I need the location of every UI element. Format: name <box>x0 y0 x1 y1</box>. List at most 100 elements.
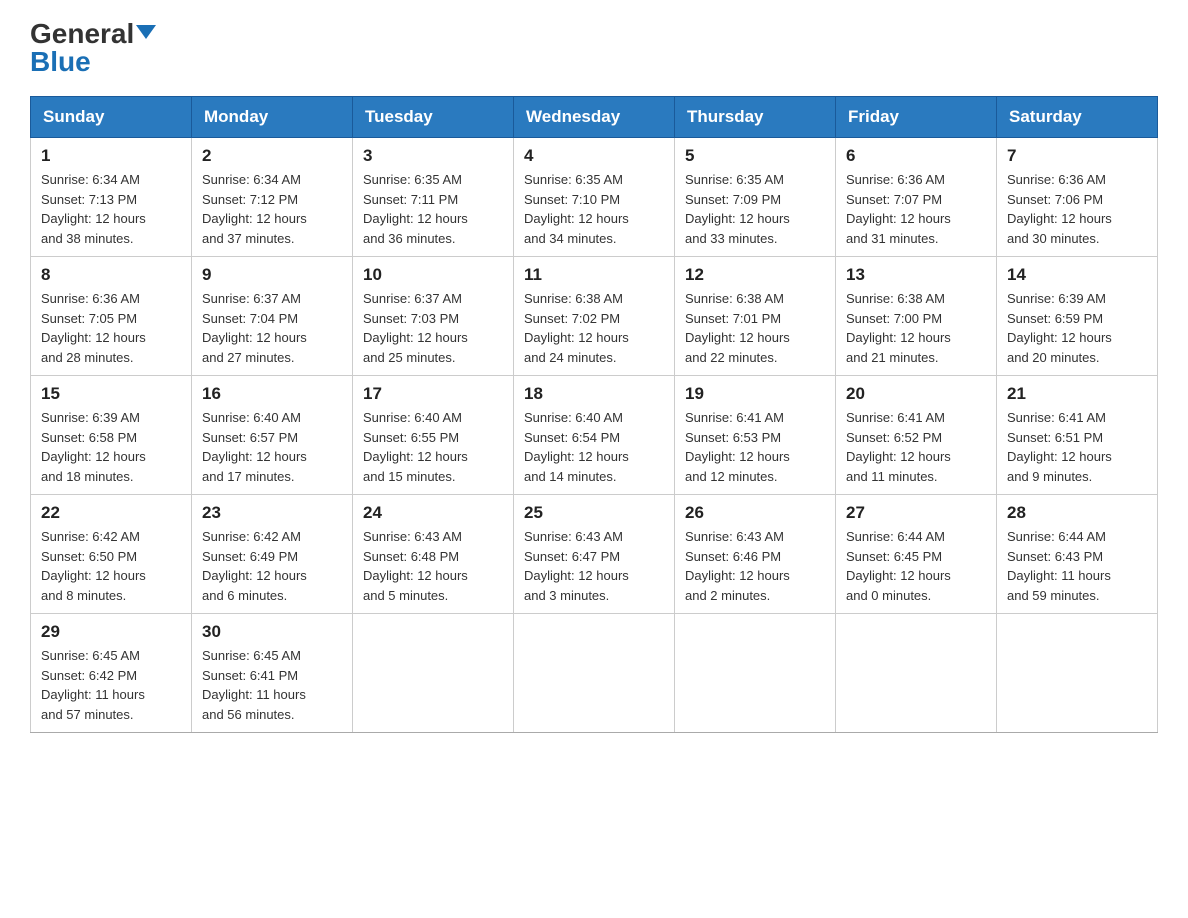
day-info: Sunrise: 6:41 AMSunset: 6:52 PMDaylight:… <box>846 408 986 486</box>
calendar-cell: 20 Sunrise: 6:41 AMSunset: 6:52 PMDayligh… <box>836 376 997 495</box>
calendar-cell: 21 Sunrise: 6:41 AMSunset: 6:51 PMDayligh… <box>997 376 1158 495</box>
day-number: 23 <box>202 503 342 523</box>
day-number: 1 <box>41 146 181 166</box>
day-info: Sunrise: 6:36 AMSunset: 7:07 PMDaylight:… <box>846 170 986 248</box>
calendar-cell: 28 Sunrise: 6:44 AMSunset: 6:43 PMDayligh… <box>997 495 1158 614</box>
day-number: 9 <box>202 265 342 285</box>
day-info: Sunrise: 6:37 AMSunset: 7:04 PMDaylight:… <box>202 289 342 367</box>
day-header-sunday: Sunday <box>31 97 192 138</box>
day-info: Sunrise: 6:44 AMSunset: 6:45 PMDaylight:… <box>846 527 986 605</box>
day-number: 19 <box>685 384 825 404</box>
calendar-cell: 2Sunrise: 6:34 AMSunset: 7:12 PMDaylight… <box>192 138 353 257</box>
calendar-cell: 8Sunrise: 6:36 AMSunset: 7:05 PMDaylight… <box>31 257 192 376</box>
calendar-cell: 7 Sunrise: 6:36 AMSunset: 7:06 PMDaylight… <box>997 138 1158 257</box>
day-number: 7 <box>1007 146 1147 166</box>
day-number: 11 <box>524 265 664 285</box>
day-info: Sunrise: 6:35 AMSunset: 7:11 PMDaylight:… <box>363 170 503 248</box>
calendar-cell: 14 Sunrise: 6:39 AMSunset: 6:59 PMDayligh… <box>997 257 1158 376</box>
calendar-cell: 10Sunrise: 6:37 AMSunset: 7:03 PMDayligh… <box>353 257 514 376</box>
calendar-cell <box>836 614 997 733</box>
day-info: Sunrise: 6:41 AMSunset: 6:51 PMDaylight:… <box>1007 408 1147 486</box>
day-number: 30 <box>202 622 342 642</box>
calendar-week-row: 22Sunrise: 6:42 AMSunset: 6:50 PMDayligh… <box>31 495 1158 614</box>
day-number: 2 <box>202 146 342 166</box>
day-info: Sunrise: 6:39 AMSunset: 6:59 PMDaylight:… <box>1007 289 1147 367</box>
day-number: 3 <box>363 146 503 166</box>
calendar-cell: 25 Sunrise: 6:43 AMSunset: 6:47 PMDayligh… <box>514 495 675 614</box>
day-number: 24 <box>363 503 503 523</box>
day-info: Sunrise: 6:35 AMSunset: 7:09 PMDaylight:… <box>685 170 825 248</box>
calendar-week-row: 1 Sunrise: 6:34 AMSunset: 7:13 PMDaylight… <box>31 138 1158 257</box>
day-header-friday: Friday <box>836 97 997 138</box>
day-info: Sunrise: 6:41 AMSunset: 6:53 PMDaylight:… <box>685 408 825 486</box>
calendar-cell: 12 Sunrise: 6:38 AMSunset: 7:01 PMDayligh… <box>675 257 836 376</box>
day-info: Sunrise: 6:42 AMSunset: 6:50 PMDaylight:… <box>41 527 181 605</box>
calendar-cell <box>514 614 675 733</box>
calendar-table: SundayMondayTuesdayWednesdayThursdayFrid… <box>30 96 1158 733</box>
day-info: Sunrise: 6:36 AMSunset: 7:06 PMDaylight:… <box>1007 170 1147 248</box>
calendar-cell: 11 Sunrise: 6:38 AMSunset: 7:02 PMDayligh… <box>514 257 675 376</box>
calendar-cell: 3 Sunrise: 6:35 AMSunset: 7:11 PMDaylight… <box>353 138 514 257</box>
day-info: Sunrise: 6:38 AMSunset: 7:01 PMDaylight:… <box>685 289 825 367</box>
calendar-cell: 13 Sunrise: 6:38 AMSunset: 7:00 PMDayligh… <box>836 257 997 376</box>
day-number: 8 <box>41 265 181 285</box>
day-number: 12 <box>685 265 825 285</box>
calendar-cell: 15Sunrise: 6:39 AMSunset: 6:58 PMDayligh… <box>31 376 192 495</box>
day-info: Sunrise: 6:42 AMSunset: 6:49 PMDaylight:… <box>202 527 342 605</box>
calendar-cell: 30Sunrise: 6:45 AMSunset: 6:41 PMDayligh… <box>192 614 353 733</box>
day-info: Sunrise: 6:40 AMSunset: 6:54 PMDaylight:… <box>524 408 664 486</box>
day-number: 4 <box>524 146 664 166</box>
day-info: Sunrise: 6:44 AMSunset: 6:43 PMDaylight:… <box>1007 527 1147 605</box>
day-info: Sunrise: 6:34 AMSunset: 7:13 PMDaylight:… <box>41 170 181 248</box>
day-number: 20 <box>846 384 986 404</box>
calendar-cell: 23 Sunrise: 6:42 AMSunset: 6:49 PMDayligh… <box>192 495 353 614</box>
day-info: Sunrise: 6:37 AMSunset: 7:03 PMDaylight:… <box>363 289 503 367</box>
day-info: Sunrise: 6:43 AMSunset: 6:47 PMDaylight:… <box>524 527 664 605</box>
day-number: 6 <box>846 146 986 166</box>
logo-general-text: General <box>30 20 134 48</box>
day-number: 26 <box>685 503 825 523</box>
calendar-cell: 1 Sunrise: 6:34 AMSunset: 7:13 PMDaylight… <box>31 138 192 257</box>
calendar-cell <box>997 614 1158 733</box>
day-number: 29 <box>41 622 181 642</box>
logo: General Blue <box>30 20 156 76</box>
day-header-monday: Monday <box>192 97 353 138</box>
calendar-cell: 9 Sunrise: 6:37 AMSunset: 7:04 PMDaylight… <box>192 257 353 376</box>
day-header-saturday: Saturday <box>997 97 1158 138</box>
day-number: 13 <box>846 265 986 285</box>
day-number: 28 <box>1007 503 1147 523</box>
day-number: 25 <box>524 503 664 523</box>
calendar-cell: 27 Sunrise: 6:44 AMSunset: 6:45 PMDayligh… <box>836 495 997 614</box>
logo-triangle-icon <box>136 25 156 39</box>
calendar-cell <box>675 614 836 733</box>
day-info: Sunrise: 6:43 AMSunset: 6:46 PMDaylight:… <box>685 527 825 605</box>
header: General Blue <box>30 20 1158 76</box>
day-info: Sunrise: 6:40 AMSunset: 6:55 PMDaylight:… <box>363 408 503 486</box>
calendar-cell: 4 Sunrise: 6:35 AMSunset: 7:10 PMDaylight… <box>514 138 675 257</box>
calendar-week-row: 29 Sunrise: 6:45 AMSunset: 6:42 PMDayligh… <box>31 614 1158 733</box>
calendar-cell: 6 Sunrise: 6:36 AMSunset: 7:07 PMDaylight… <box>836 138 997 257</box>
day-header-wednesday: Wednesday <box>514 97 675 138</box>
logo-blue-text: Blue <box>30 48 91 76</box>
day-header-thursday: Thursday <box>675 97 836 138</box>
calendar-header-row: SundayMondayTuesdayWednesdayThursdayFrid… <box>31 97 1158 138</box>
day-info: Sunrise: 6:38 AMSunset: 7:00 PMDaylight:… <box>846 289 986 367</box>
day-header-tuesday: Tuesday <box>353 97 514 138</box>
day-number: 27 <box>846 503 986 523</box>
day-number: 21 <box>1007 384 1147 404</box>
day-info: Sunrise: 6:38 AMSunset: 7:02 PMDaylight:… <box>524 289 664 367</box>
day-number: 15 <box>41 384 181 404</box>
calendar-cell: 18 Sunrise: 6:40 AMSunset: 6:54 PMDayligh… <box>514 376 675 495</box>
calendar-cell: 19 Sunrise: 6:41 AMSunset: 6:53 PMDayligh… <box>675 376 836 495</box>
day-number: 18 <box>524 384 664 404</box>
calendar-week-row: 8Sunrise: 6:36 AMSunset: 7:05 PMDaylight… <box>31 257 1158 376</box>
day-info: Sunrise: 6:45 AMSunset: 6:42 PMDaylight:… <box>41 646 181 724</box>
day-info: Sunrise: 6:43 AMSunset: 6:48 PMDaylight:… <box>363 527 503 605</box>
calendar-week-row: 15Sunrise: 6:39 AMSunset: 6:58 PMDayligh… <box>31 376 1158 495</box>
day-number: 14 <box>1007 265 1147 285</box>
calendar-cell: 26 Sunrise: 6:43 AMSunset: 6:46 PMDayligh… <box>675 495 836 614</box>
calendar-cell: 29 Sunrise: 6:45 AMSunset: 6:42 PMDayligh… <box>31 614 192 733</box>
day-number: 16 <box>202 384 342 404</box>
day-info: Sunrise: 6:35 AMSunset: 7:10 PMDaylight:… <box>524 170 664 248</box>
calendar-cell: 17Sunrise: 6:40 AMSunset: 6:55 PMDayligh… <box>353 376 514 495</box>
